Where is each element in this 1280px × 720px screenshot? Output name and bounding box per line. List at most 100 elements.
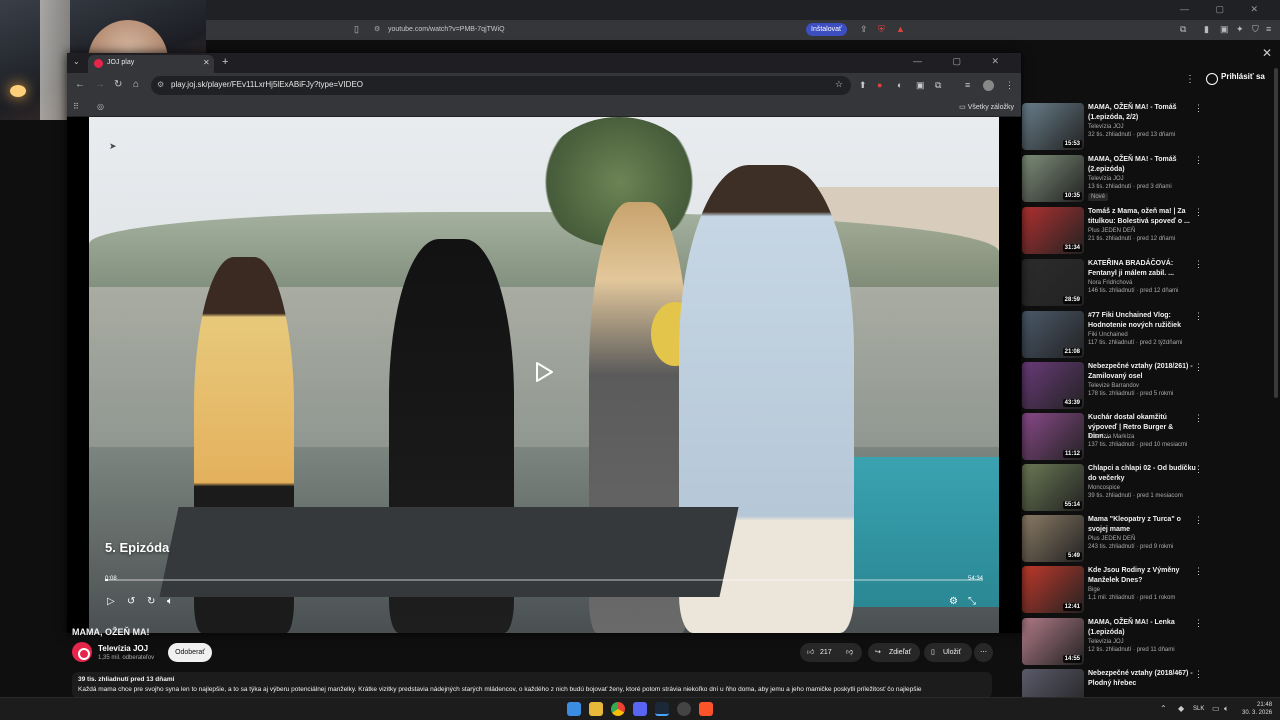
- channel-name[interactable]: Televízia JOJ: [1088, 176, 1124, 182]
- tray-app-icon[interactable]: ◆: [1178, 704, 1184, 713]
- more-options-icon[interactable]: ⋮: [1194, 362, 1203, 373]
- more-options-icon[interactable]: ⋮: [1194, 207, 1203, 218]
- menu-icon[interactable]: ≡: [1266, 24, 1271, 34]
- chrome-icon[interactable]: [611, 702, 625, 716]
- account-icon[interactable]: [1206, 73, 1218, 85]
- more-options-icon[interactable]: ⋮: [1194, 259, 1203, 270]
- subscribe-button[interactable]: Odoberať: [168, 643, 212, 662]
- url-text[interactable]: play.joj.sk/player/FEv11LxrHj5lExABiFJy?…: [171, 80, 363, 89]
- thumbs-down-icon[interactable]: 👎︎: [846, 643, 853, 662]
- recommendation-item[interactable]: 15:53 MAMA, OŽEŇ MA! - Tomáš (1.epizóda, …: [1022, 103, 1272, 153]
- discord-icon[interactable]: [633, 702, 647, 716]
- more-actions-button[interactable]: ⋯: [974, 643, 993, 662]
- progress-bar[interactable]: [105, 579, 983, 581]
- video-title[interactable]: #77 Fiki Unchained Vlog: Hodnotenie nový…: [1088, 311, 1196, 330]
- bookmark-star-icon[interactable]: ☆: [835, 79, 843, 90]
- recommendation-item[interactable]: 5:49 Mama "Kleopatry z Turca" o svojej ma…: [1022, 515, 1272, 565]
- more-options-icon[interactable]: ⋮: [1194, 566, 1203, 577]
- like-button[interactable]: 👍︎ 217 👎︎: [800, 643, 862, 662]
- more-options-icon[interactable]: ⋮: [1194, 413, 1203, 424]
- scrollbar[interactable]: [1274, 68, 1278, 398]
- video-title[interactable]: Tomáš z Mama, ožeň ma! | Za titulkou: Bo…: [1088, 207, 1196, 226]
- bookmark-icon[interactable]: ▯: [354, 24, 359, 35]
- video-title[interactable]: MAMA, OŽEŇ MA! - Lenka (1.epizóda): [1088, 618, 1196, 637]
- leo-icon[interactable]: ✦: [1236, 24, 1244, 35]
- speaker-icon[interactable]: 🔈︎: [1224, 704, 1229, 714]
- extension-pin-icon[interactable]: ⬆: [859, 80, 867, 91]
- video-title[interactable]: Kde Jsou Rodiny z Výměny Manželek Dnes?: [1088, 566, 1196, 585]
- description-box[interactable]: 39 tis. zhliadnutí pred 13 dňami Každá m…: [72, 672, 992, 698]
- signin-button[interactable]: Prihlásiť sa: [1221, 72, 1265, 81]
- brave-rewards-icon[interactable]: ▲: [896, 24, 905, 34]
- close-icon[interactable]: ✕: [1262, 46, 1272, 60]
- channel-name[interactable]: Televízia Markíza: [1088, 434, 1134, 440]
- forward-icon[interactable]: →: [95, 79, 105, 90]
- channel-name[interactable]: Fiki Unchained: [1088, 332, 1128, 338]
- recommendation-item[interactable]: 12:41 Kde Jsou Rodiny z Výměny Manželek D…: [1022, 566, 1272, 616]
- recommendation-item[interactable]: 28:59 KATEŘINA BRADÁČOVÁ: Fentanyl ji mál…: [1022, 259, 1272, 309]
- settings-gear-icon[interactable]: ⚙: [949, 596, 958, 607]
- file-explorer-icon[interactable]: [589, 702, 603, 716]
- screen-capture-icon[interactable]: ▣: [916, 80, 925, 91]
- video-title[interactable]: KATEŘINA BRADÁČOVÁ: Fentanyl ji málem za…: [1088, 259, 1196, 278]
- share-icon[interactable]: ⇪: [860, 24, 868, 35]
- bookmark-site-icon[interactable]: ◎: [97, 102, 104, 111]
- vpn-icon[interactable]: ⛉: [1252, 24, 1259, 35]
- recommendation-item[interactable]: 55:14 Chlapci a chlapi 02 - Od budíčku do…: [1022, 464, 1272, 514]
- channel-name[interactable]: Bige: [1088, 587, 1100, 593]
- video-title[interactable]: Nebezpečné vztahy (2018/467) - Plodný hř…: [1088, 669, 1196, 688]
- adblock-icon[interactable]: ●: [877, 80, 882, 90]
- more-options-icon[interactable]: ⋮: [1194, 311, 1203, 322]
- all-bookmarks-link[interactable]: ▭ Všetky záložky: [959, 103, 1014, 111]
- forward-skip-icon[interactable]: ↻: [147, 596, 155, 607]
- brave-shield-icon[interactable]: ⛨: [878, 24, 885, 35]
- extension-icon[interactable]: ◐: [897, 80, 902, 90]
- video-thumbnail[interactable]: 11:12: [1022, 413, 1084, 460]
- window-controls[interactable]: — ▢ ✕: [913, 56, 1013, 67]
- rewind-icon[interactable]: ↺: [127, 596, 135, 607]
- start-windows-icon[interactable]: [567, 702, 581, 716]
- recommendation-item[interactable]: 10:35 MAMA, OŽEŇ MA! - Tomáš (2.epizóda) T…: [1022, 155, 1272, 205]
- apps-icon[interactable]: ⠿: [73, 102, 79, 111]
- play-icon[interactable]: ▷: [107, 596, 115, 607]
- video-thumbnail[interactable]: 21:08: [1022, 311, 1084, 358]
- back-icon[interactable]: ←: [75, 79, 85, 90]
- home-icon[interactable]: ⌂: [133, 79, 139, 90]
- video-title[interactable]: MAMA, OŽEŇ MA! - Tomáš (2.epizóda): [1088, 155, 1196, 174]
- video-thumbnail[interactable]: 14:55: [1022, 618, 1084, 665]
- video-thumbnail[interactable]: 43:39: [1022, 362, 1084, 409]
- play-overlay-icon[interactable]: [533, 361, 555, 383]
- install-app-button[interactable]: Inštalovať: [806, 23, 847, 36]
- channel-name[interactable]: Televízia JOJ: [1088, 124, 1124, 130]
- recommendation-item[interactable]: 31:34 Tomáš z Mama, ožeň ma! | Za titulko…: [1022, 207, 1272, 257]
- video-title[interactable]: Mama "Kleopatry z Turca" o svojej mame: [1088, 515, 1196, 534]
- video-title[interactable]: MAMA, OŽEŇ MA! - Tomáš (1.epizóda, 2/2): [1088, 103, 1196, 122]
- tab-close-icon[interactable]: ✕: [203, 58, 210, 67]
- recommendation-item[interactable]: 43:39 Nebezpečné vztahy (2018/261) - Zami…: [1022, 362, 1272, 412]
- language-indicator[interactable]: SLK: [1193, 706, 1204, 712]
- address-bar[interactable]: ⚙ play.joj.sk/player/FEv11LxrHj5lExABiFJ…: [151, 76, 851, 95]
- video-player[interactable]: ➤ 5. Epizóda 0:08 54:34 ▷ ↺ ↻ 🔈︎ ⚙ ⤡: [89, 117, 999, 633]
- extensions-icon[interactable]: ▮: [1204, 24, 1209, 35]
- network-icon[interactable]: ▭: [1212, 704, 1220, 713]
- video-thumbnail[interactable]: 31:34: [1022, 207, 1084, 254]
- settings-kebab-icon[interactable]: ⋮: [1185, 74, 1195, 85]
- chrome-menu-icon[interactable]: ⋮: [1005, 80, 1014, 91]
- obs-icon[interactable]: [677, 702, 691, 716]
- more-options-icon[interactable]: ⋮: [1194, 464, 1203, 475]
- recommendation-item[interactable]: 14:55 MAMA, OŽEŇ MA! - Lenka (1.epizóda) T…: [1022, 618, 1272, 668]
- steam-icon[interactable]: [655, 702, 669, 716]
- channel-name[interactable]: Televize Barrandov: [1088, 383, 1139, 389]
- channel-avatar[interactable]: [72, 642, 92, 662]
- tab-search-icon[interactable]: ⌄: [73, 57, 80, 66]
- video-thumbnail[interactable]: 10:35: [1022, 155, 1084, 202]
- profile-avatar[interactable]: [983, 80, 994, 91]
- clock[interactable]: 21:48 30. 3. 2026: [1242, 701, 1272, 717]
- background-url[interactable]: youtube.com/watch?v=PMB-7qjTWiQ: [388, 23, 818, 37]
- brave-icon[interactable]: [699, 702, 713, 716]
- channel-name[interactable]: Nora Fridrichová: [1088, 280, 1132, 286]
- more-options-icon[interactable]: ⋮: [1194, 515, 1203, 526]
- exit-fullscreen-icon[interactable]: ⤡: [968, 596, 976, 607]
- site-info-icon[interactable]: ⚙: [157, 80, 164, 89]
- video-thumbnail[interactable]: 15:53: [1022, 103, 1084, 150]
